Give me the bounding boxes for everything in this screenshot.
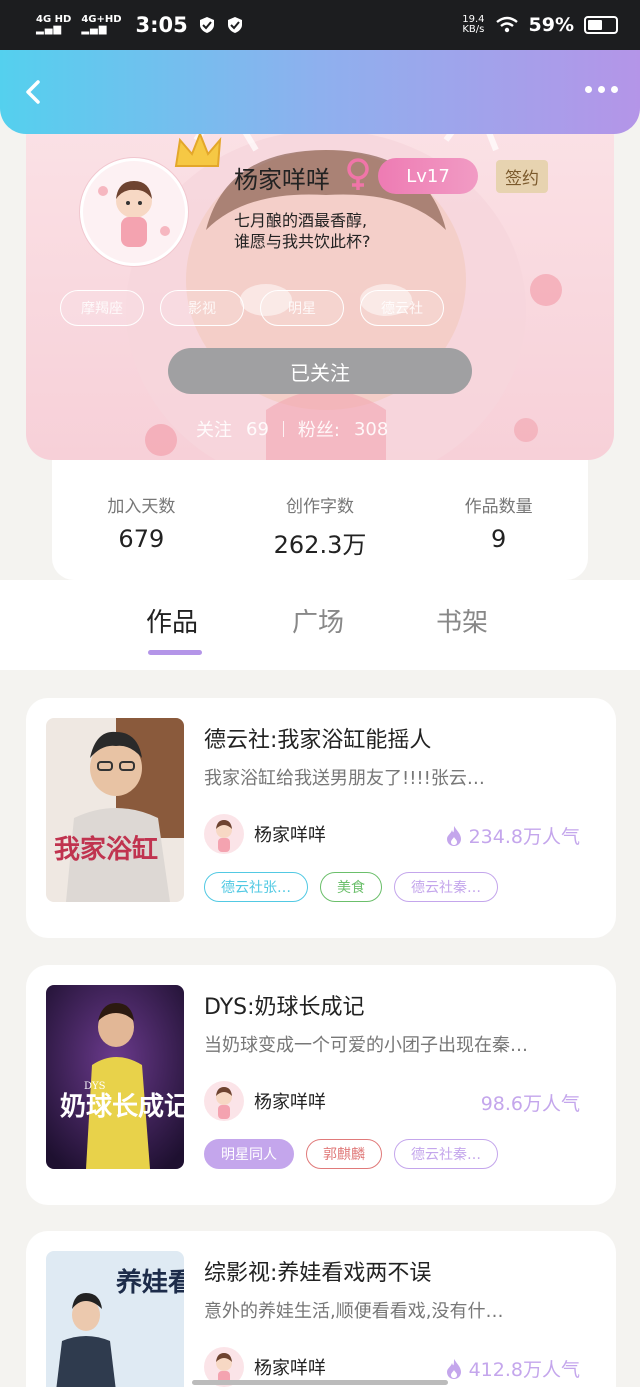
work-author: 杨家咩咩 (204, 814, 326, 854)
work-card[interactable]: 养娃看戏两不误 综影视:养娃看戏两不误 意外的养娃生活,顺便看看戏,没有什… 杨… (26, 1231, 616, 1387)
stats-card: 加入天数 679 创作字数 262.3万 作品数量 9 (52, 460, 588, 580)
work-popularity: 98.6万人气 (481, 1089, 580, 1116)
stat-value: 9 (491, 525, 507, 553)
fans-count[interactable]: 308 (354, 419, 388, 440)
flame-icon (446, 825, 461, 846)
work-card[interactable]: DYS 奶球长成记 DYS:奶球长成记 当奶球变成一个可爱的小团子出现在秦… 杨… (26, 965, 616, 1205)
stat-value: 262.3万 (273, 531, 367, 559)
popularity-value: 412.8万人气 (468, 1359, 580, 1381)
work-tags: 明星同人 郭麒麟 德云社秦… (204, 1139, 498, 1169)
battery-icon (584, 16, 618, 34)
stat-label: 创作字数 (286, 497, 354, 517)
work-tag[interactable]: 德云社秦… (394, 872, 498, 902)
more-dots-icon[interactable] (585, 86, 618, 93)
tab-works[interactable]: 作品 (146, 602, 198, 639)
profile-tag[interactable]: 影视 (160, 290, 244, 326)
level-badge: Lv17 (378, 158, 478, 194)
author-name: 杨家咩咩 (254, 1358, 326, 1379)
speed-unit: KB/s (462, 24, 485, 35)
stat-value: 679 (118, 525, 165, 553)
avatar-illustration (83, 161, 185, 263)
tab-bookshelf[interactable]: 书架 (436, 602, 488, 639)
popularity-value: 98.6万人气 (480, 1093, 580, 1115)
cover-title-text: 我家浴缸 (54, 834, 158, 865)
following-label[interactable]: 关注 (196, 416, 232, 442)
nickname: 杨家咩咩 (234, 166, 330, 194)
profile-tag[interactable]: 摩羯座 (60, 290, 144, 326)
work-title[interactable]: DYS:奶球长成记 (204, 989, 365, 1021)
follow-button[interactable]: 已关注 (168, 348, 472, 394)
author-name: 杨家咩咩 (254, 1092, 326, 1113)
network-indicator-2: 4G+HD ▂▄▆ (81, 14, 122, 35)
following-count[interactable]: 69 (246, 419, 269, 440)
shield-icon-2 (227, 17, 242, 33)
stat-label: 加入天数 (107, 497, 176, 517)
tab-indicator (148, 650, 202, 655)
work-tag[interactable]: 德云社张… (204, 872, 308, 902)
work-author: 杨家咩咩 (204, 1081, 326, 1121)
cover-title-text: 奶球长成记 (60, 1091, 184, 1122)
author-name: 杨家咩咩 (254, 825, 326, 846)
cover-title-text: 养娃看戏两不误 (115, 1267, 184, 1298)
work-description: 意外的养娃生活,顺便看看戏,没有什… (204, 1301, 504, 1322)
work-card[interactable]: 我家浴缸 德云社:我家浴缸能摇人 我家浴缸给我送男朋友了!!!!张云… 杨家咩咩… (26, 698, 616, 938)
signed-badge: 签约 (496, 160, 548, 193)
work-tag[interactable]: 德云社秦… (394, 1139, 498, 1169)
book-cover[interactable]: 我家浴缸 (46, 718, 184, 902)
bio-line-1: 七月酿的酒最香醇, (234, 211, 368, 230)
status-bar: 4G HD ▂▄▆ 4G+HD ▂▄▆ 3:05 19.4 KB/s 59% (0, 0, 640, 50)
crown-icon (174, 132, 222, 167)
profile-bio: 七月酿的酒最香醇, 谁愿与我共饮此杯? (234, 210, 434, 252)
work-popularity: 412.8万人气 (445, 1355, 580, 1382)
work-description: 我家浴缸给我送男朋友了!!!!张云… (204, 768, 485, 789)
stat-days: 加入天数 679 (52, 460, 231, 580)
wifi-icon (495, 16, 518, 33)
work-title[interactable]: 德云社:我家浴缸能摇人 (204, 722, 431, 754)
shield-icon (199, 17, 214, 33)
stat-works: 作品数量 9 (409, 460, 588, 580)
network-speed: 19.4 KB/s (462, 15, 484, 35)
work-tag[interactable]: 郭麒麟 (306, 1139, 382, 1169)
work-title[interactable]: 综影视:养娃看戏两不误 (204, 1255, 431, 1287)
top-header (0, 50, 640, 134)
profile-tag[interactable]: 德云社 (360, 290, 444, 326)
home-indicator[interactable] (192, 1380, 448, 1385)
chevron-left-icon[interactable] (18, 76, 50, 108)
avatar[interactable] (80, 158, 188, 266)
divider (282, 421, 284, 437)
work-tags: 德云社张… 美食 德云社秦… (204, 872, 498, 902)
profile-card: 杨家咩咩 Lv17 签约 七月酿的酒最香醇, 谁愿与我共饮此杯? 摩羯座 影视 … (26, 110, 614, 460)
work-tag[interactable]: 美食 (320, 872, 382, 902)
tab-bar: 作品 广场 书架 (0, 580, 640, 670)
tab-square[interactable]: 广场 (292, 602, 344, 639)
work-popularity: 234.8万人气 (445, 822, 580, 849)
author-avatar (204, 814, 244, 854)
female-icon (344, 158, 372, 196)
fans-label[interactable]: 粉丝: (298, 416, 340, 442)
battery-percent: 59% (528, 14, 574, 36)
follow-counts: 关注 69 粉丝: 308 (196, 416, 388, 442)
profile-tag[interactable]: 明星 (260, 290, 344, 326)
profile-tags: 摩羯座 影视 明星 德云社 (60, 290, 444, 326)
book-cover[interactable]: 养娃看戏两不误 (46, 1251, 184, 1387)
book-cover[interactable]: DYS 奶球长成记 (46, 985, 184, 1169)
cover-small-text: DYS (84, 1081, 106, 1092)
popularity-value: 234.8万人气 (468, 826, 580, 848)
stat-words: 创作字数 262.3万 (231, 460, 410, 580)
work-description: 当奶球变成一个可爱的小团子出现在秦… (204, 1035, 528, 1056)
network-indicator: 4G HD ▂▄▆ (36, 14, 72, 35)
stat-label: 作品数量 (464, 497, 533, 517)
work-tag[interactable]: 明星同人 (204, 1139, 294, 1169)
author-avatar (204, 1081, 244, 1121)
flame-icon (446, 1358, 461, 1379)
bio-line-2: 谁愿与我共饮此杯? (234, 232, 371, 251)
clock: 3:05 (135, 13, 188, 37)
